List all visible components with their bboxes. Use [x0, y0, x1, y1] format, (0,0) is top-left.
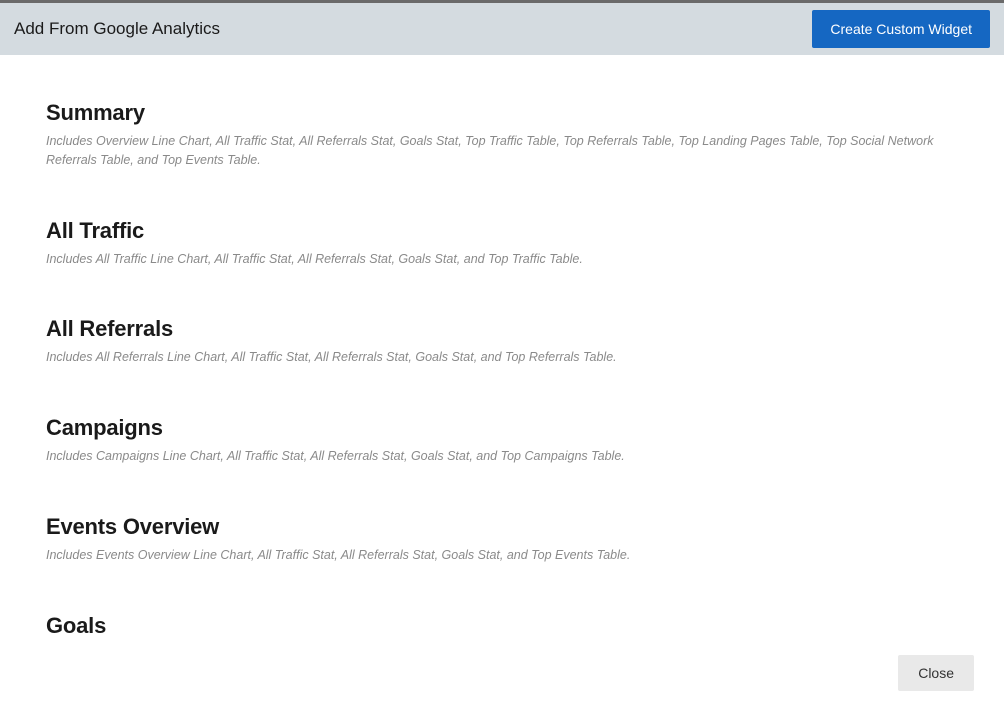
close-button[interactable]: Close: [898, 655, 974, 691]
widget-option-desc: Includes Events Overview Line Chart, All…: [46, 546, 946, 565]
widget-option-title: Summary: [46, 100, 972, 126]
widget-option-title: All Traffic: [46, 218, 972, 244]
dialog-header: Add From Google Analytics Create Custom …: [0, 0, 1004, 55]
widget-option-desc: Includes All Traffic Line Chart, All Tra…: [46, 250, 946, 269]
widget-list-scroll[interactable]: Summary Includes Overview Line Chart, Al…: [0, 55, 992, 641]
widget-option-title: Events Overview: [46, 514, 972, 540]
widget-option-title: Campaigns: [46, 415, 972, 441]
widget-option-all-traffic[interactable]: All Traffic Includes All Traffic Line Ch…: [46, 218, 992, 269]
dialog-title: Add From Google Analytics: [14, 19, 220, 39]
content-wrapper: Summary Includes Overview Line Chart, Al…: [0, 55, 1004, 641]
widget-option-title: All Referrals: [46, 316, 972, 342]
widget-option-desc: Includes Overview Line Chart, All Traffi…: [46, 132, 946, 170]
widget-option-title: Goals: [46, 613, 972, 639]
widget-option-goals[interactable]: Goals Includes Goals Line Chart, Goals S…: [46, 613, 992, 642]
widget-option-campaigns[interactable]: Campaigns Includes Campaigns Line Chart,…: [46, 415, 992, 466]
dialog-footer: Close: [0, 641, 1004, 704]
widget-option-events-overview[interactable]: Events Overview Includes Events Overview…: [46, 514, 992, 565]
widget-option-desc: Includes All Referrals Line Chart, All T…: [46, 348, 946, 367]
widget-option-all-referrals[interactable]: All Referrals Includes All Referrals Lin…: [46, 316, 992, 367]
widget-option-summary[interactable]: Summary Includes Overview Line Chart, Al…: [46, 100, 992, 170]
widget-option-desc: Includes Campaigns Line Chart, All Traff…: [46, 447, 946, 466]
create-custom-widget-button[interactable]: Create Custom Widget: [812, 10, 990, 48]
